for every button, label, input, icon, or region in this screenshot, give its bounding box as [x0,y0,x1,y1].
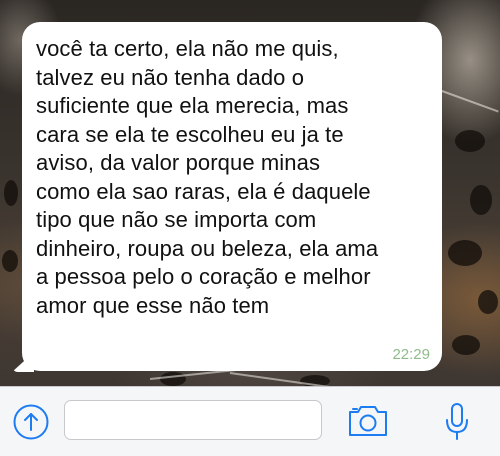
microphone-button[interactable] [444,401,470,443]
wallpaper-spot [452,335,480,355]
upload-button[interactable] [12,403,50,441]
message-composer-bar [0,386,500,456]
incoming-message-bubble: você ta certo, ela não me quis, talvez e… [22,22,442,371]
wallpaper-spot [478,290,498,314]
microphone-icon [446,403,468,440]
camera-button[interactable] [346,403,390,439]
wallpaper-spot [2,250,18,272]
wallpaper-spot [4,180,18,206]
message-input[interactable] [64,400,322,440]
upload-arrow-icon [13,404,49,440]
camera-icon [349,406,387,436]
message-text: você ta certo, ela não me quis, talvez e… [36,36,379,318]
wallpaper-spot [448,240,482,266]
wallpaper-whisker [441,90,499,113]
wallpaper-spot [470,185,492,215]
message-timestamp: 22:29 [392,346,430,363]
wallpaper-spot [455,130,485,152]
